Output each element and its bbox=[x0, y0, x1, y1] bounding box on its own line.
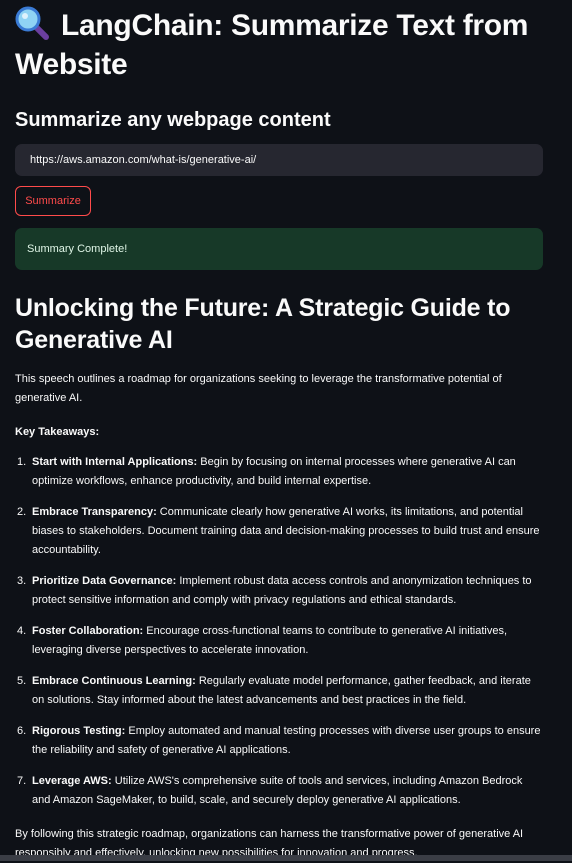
list-item: 7. Leverage AWS: Utilize AWS's comprehens… bbox=[17, 775, 523, 806]
magnifier-icon bbox=[15, 6, 49, 40]
item-title: Embrace Continuous Learning: bbox=[32, 675, 196, 687]
page-title-text: LangChain: Summarize Text from Website bbox=[15, 9, 529, 81]
summary-intro: This speech outlines a roadmap for organ… bbox=[15, 373, 502, 404]
item-title: Leverage AWS: bbox=[32, 775, 112, 787]
bottom-scroll-edge bbox=[0, 855, 572, 861]
success-message: Summary Complete! bbox=[27, 243, 128, 255]
item-title: Embrace Transparency: bbox=[32, 506, 157, 518]
form-subtitle: Summarize any webpage content bbox=[15, 109, 331, 131]
page-title: LangChain: Summarize Text from Website bbox=[15, 6, 555, 84]
success-alert: Summary Complete! bbox=[15, 228, 543, 270]
list-item: 2. Embrace Transparency: Communicate clea… bbox=[17, 506, 540, 556]
list-item: 1. Start with Internal Applications: Begi… bbox=[17, 456, 516, 487]
list-item: 5. Embrace Continuous Learning: Regularly… bbox=[17, 675, 531, 706]
takeaways-list: 1. Start with Internal Applications: Begi… bbox=[15, 453, 543, 822]
list-item: 4. Foster Collaboration: Encourage cross-… bbox=[17, 625, 508, 656]
item-title: Rigorous Testing: bbox=[32, 725, 126, 737]
summarize-button[interactable]: Summarize bbox=[15, 186, 91, 216]
item-title: Start with Internal Applications: bbox=[32, 456, 198, 468]
key-takeaways-label: Key Takeaways: bbox=[15, 426, 100, 438]
list-item: 3. Prioritize Data Governance: Implement … bbox=[17, 575, 532, 606]
list-item: 6. Rigorous Testing: Employ automated and… bbox=[17, 725, 541, 756]
item-title: Prioritize Data Governance: bbox=[32, 575, 177, 587]
summary-heading: Unlocking the Future: A Strategic Guide … bbox=[15, 294, 511, 354]
url-input[interactable] bbox=[15, 144, 543, 176]
item-title: Foster Collaboration: bbox=[32, 625, 144, 637]
